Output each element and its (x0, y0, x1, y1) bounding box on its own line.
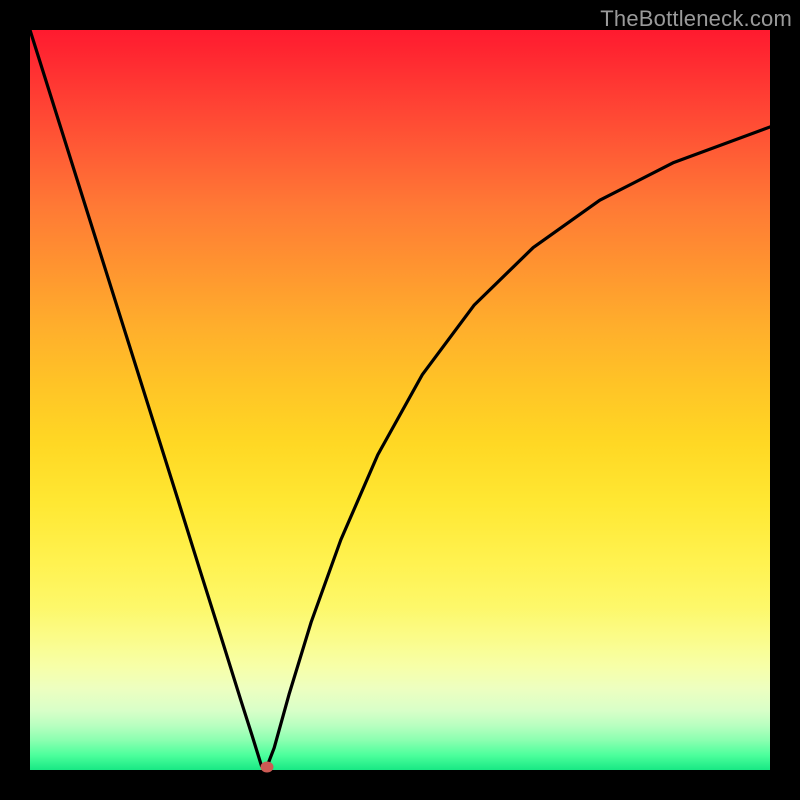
watermark-label: TheBottleneck.com (600, 6, 792, 32)
chart-frame: TheBottleneck.com (0, 0, 800, 800)
plot-area (30, 30, 770, 770)
curve-path (30, 30, 770, 767)
optimal-point-marker (260, 762, 273, 773)
bottleneck-curve (30, 30, 770, 770)
